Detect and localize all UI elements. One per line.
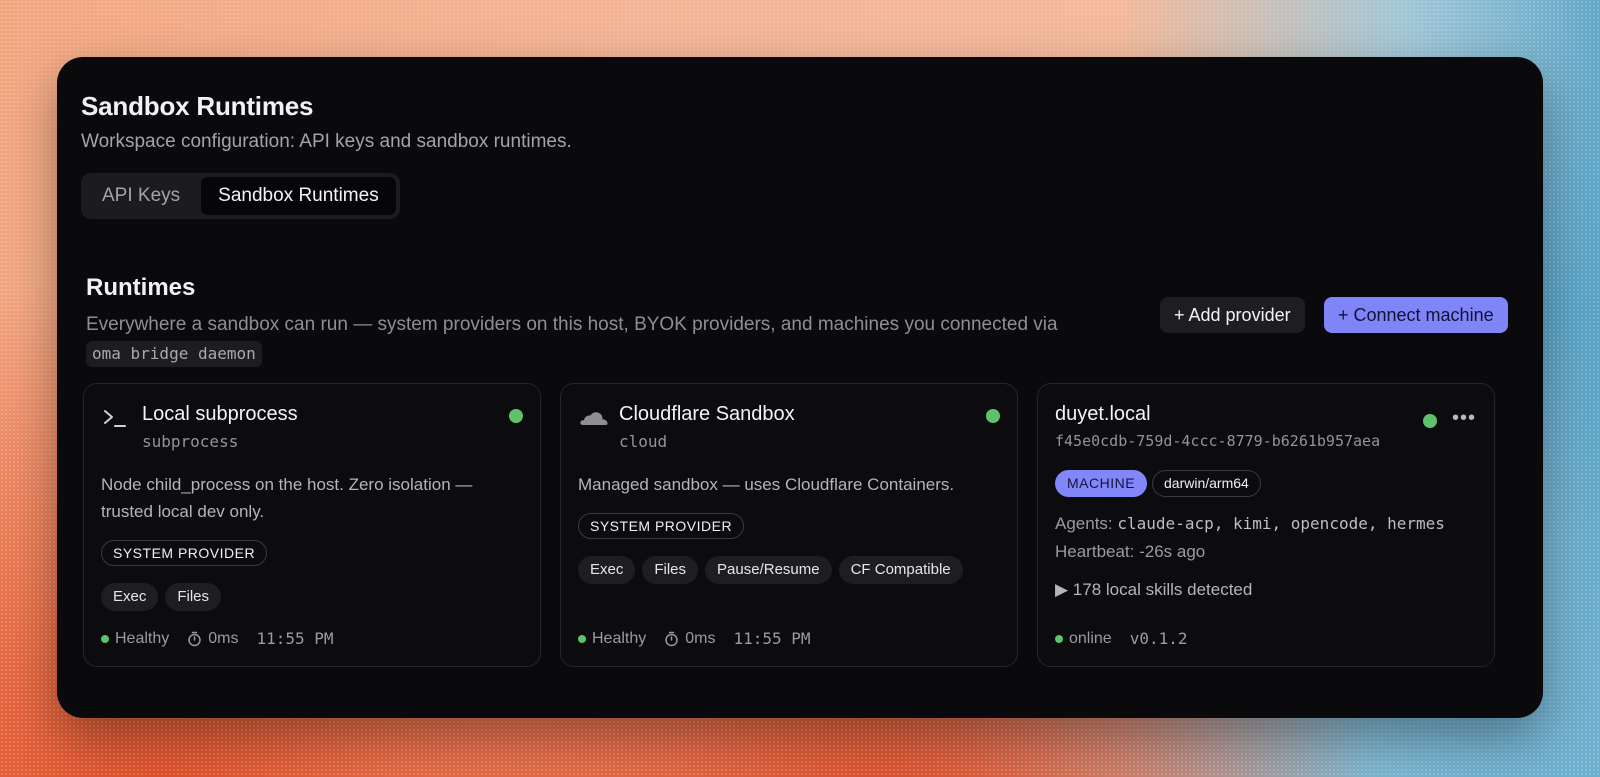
page-subtitle: Workspace configuration: API keys and sa… — [81, 131, 572, 152]
last-checked-time: 11:55 PM — [256, 629, 334, 648]
skills-disclosure[interactable]: ▶ 178 local skills detected — [1055, 580, 1252, 600]
bridge-version: v0.1.2 — [1129, 629, 1188, 648]
runtime-name: Cloudflare Sandbox — [619, 403, 795, 425]
health-status: Healthy — [592, 629, 647, 647]
agents-list: Agents: claude-acp, kimi, opencode, herm… — [1055, 514, 1445, 534]
bridge-command: oma bridge daemon — [86, 341, 262, 367]
runtime-description: Managed sandbox — uses Cloudflare Contai… — [578, 475, 955, 494]
capability-list: Exec Files — [101, 583, 222, 611]
machine-badge: MACHINE — [1055, 470, 1148, 497]
add-provider-button[interactable]: + Add provider — [1160, 297, 1305, 333]
status-dot — [986, 409, 1000, 423]
runtime-footer: Healthy 0ms 11:55 PM — [578, 629, 811, 648]
runtime-kind: subprocess — [142, 432, 239, 451]
page-title: Sandbox Runtimes — [81, 91, 314, 121]
runtime-description: Node child_process on the host. Zero iso… — [101, 475, 473, 521]
tab-sandbox-runtimes[interactable]: Sandbox Runtimes — [201, 177, 396, 215]
machine-name: duyet.local — [1055, 403, 1151, 425]
machine-id: f45e0cdb-759d-4ccc-8779-b6261b957aea — [1055, 432, 1381, 450]
status-dot — [509, 409, 523, 423]
machine-card-duyet-local: duyet.local f45e0cdb-759d-4ccc-8779-b626… — [1037, 383, 1495, 667]
settings-window: Sandbox Runtimes Workspace configuration… — [57, 57, 1543, 718]
more-options-icon[interactable]: ••• — [1452, 407, 1476, 430]
heartbeat-status: Heartbeat: -26s ago — [1055, 542, 1206, 561]
agents-value: claude-acp, kimi, opencode, hermes — [1117, 514, 1445, 533]
stopwatch-icon — [664, 631, 679, 647]
last-checked-time: 11:55 PM — [733, 629, 811, 648]
agents-label: Agents: — [1055, 514, 1113, 533]
capability-chip: CF Compatible — [838, 556, 963, 584]
health-dot — [101, 634, 109, 643]
capability-chip: Pause/Resume — [705, 556, 832, 584]
tab-api-keys[interactable]: API Keys — [85, 177, 197, 215]
capability-list: Exec Files Pause/Resume CF Compatible — [578, 556, 963, 584]
section-title: Runtimes — [86, 274, 196, 301]
runtime-card-local-subprocess: Local subprocess subprocess Node child_p… — [83, 383, 541, 667]
capability-chip: Files — [165, 583, 222, 611]
health-dot — [578, 634, 586, 643]
online-dot — [1055, 634, 1063, 643]
cloud-icon — [579, 406, 608, 432]
machine-footer: online v0.1.2 — [1055, 629, 1188, 648]
settings-tabs: API Keys Sandbox Runtimes — [81, 173, 400, 219]
capability-chip: Exec — [578, 556, 636, 584]
runtime-card-cloudflare-sandbox: Cloudflare Sandbox cloud Managed sandbox… — [560, 383, 1018, 667]
connect-machine-button[interactable]: + Connect machine — [1324, 297, 1508, 333]
runtime-name: Local subprocess — [142, 403, 298, 425]
section-description: Everywhere a sandbox can run — system pr… — [86, 311, 1116, 368]
online-status: online — [1069, 629, 1112, 647]
section-description-text: Everywhere a sandbox can run — system pr… — [86, 314, 1058, 335]
status-dot — [1423, 414, 1437, 428]
capability-chip: Files — [642, 556, 699, 584]
latency-value: 0ms — [685, 629, 716, 647]
stopwatch-icon — [187, 631, 202, 647]
runtime-kind: cloud — [619, 432, 668, 451]
runtime-footer: Healthy 0ms 11:55 PM — [101, 629, 334, 648]
provider-badge: SYSTEM PROVIDER — [578, 513, 745, 539]
latency-value: 0ms — [208, 629, 239, 647]
health-status: Healthy — [115, 629, 170, 647]
platform-badge: darwin/arm64 — [1152, 470, 1261, 497]
capability-chip: Exec — [101, 583, 159, 611]
provider-badge: SYSTEM PROVIDER — [101, 540, 268, 566]
terminal-icon — [102, 406, 130, 432]
